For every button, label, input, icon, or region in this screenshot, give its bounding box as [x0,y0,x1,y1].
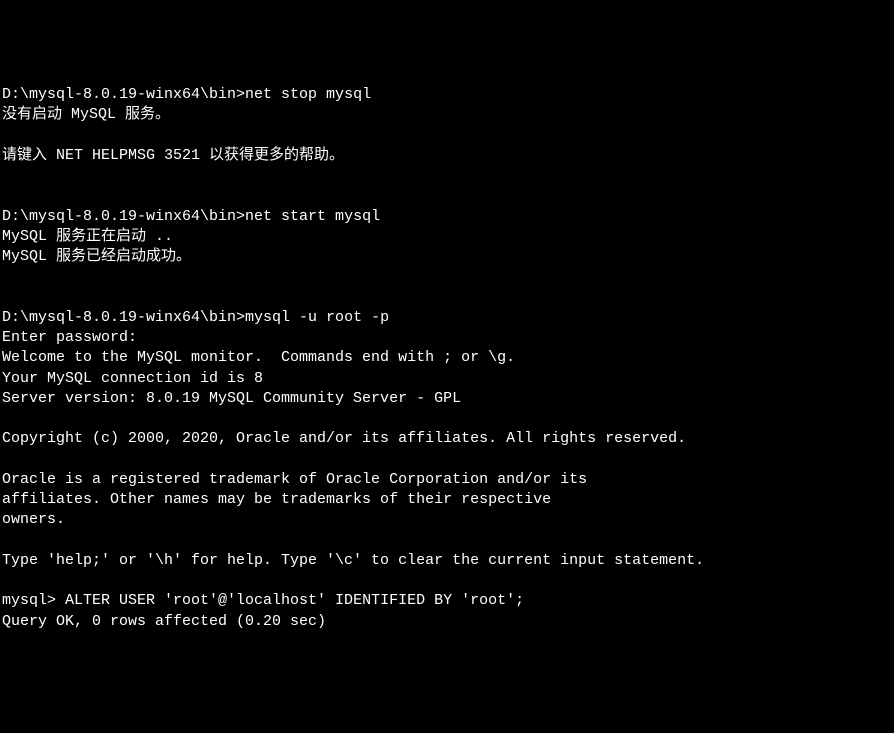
terminal-output-line: 没有启动 MySQL 服务。 [2,105,892,125]
terminal-command: net stop mysql [245,86,371,103]
terminal-blank-line [2,186,892,206]
terminal-prompt: D:\mysql-8.0.19-winx64\bin> [2,86,245,103]
terminal-output-line: owners. [2,510,892,530]
terminal-blank-line [2,288,892,308]
terminal-output-line: Type 'help;' or '\h' for help. Type '\c'… [2,551,892,571]
terminal-command: ALTER USER 'root'@'localhost' IDENTIFIED… [65,592,524,609]
terminal-output-line: MySQL 服务已经启动成功。 [2,247,892,267]
terminal-prompt: D:\mysql-8.0.19-winx64\bin> [2,309,245,326]
terminal-command-line: mysql> ALTER USER 'root'@'localhost' IDE… [2,591,892,611]
terminal-command: mysql -u root -p [245,309,389,326]
terminal-blank-line [2,126,892,146]
terminal-command-line: D:\mysql-8.0.19-winx64\bin>mysql -u root… [2,308,892,328]
terminal-blank-line [2,166,892,186]
terminal-command: net start mysql [245,208,380,225]
terminal-window[interactable]: D:\mysql-8.0.19-winx64\bin>net stop mysq… [2,85,892,632]
terminal-output-line: 请键入 NET HELPMSG 3521 以获得更多的帮助。 [2,146,892,166]
terminal-output-line: Copyright (c) 2000, 2020, Oracle and/or … [2,429,892,449]
terminal-output-line: Welcome to the MySQL monitor. Commands e… [2,348,892,368]
terminal-output-line: Oracle is a registered trademark of Orac… [2,470,892,490]
terminal-output-line: MySQL 服务正在启动 .. [2,227,892,247]
terminal-command-line: D:\mysql-8.0.19-winx64\bin>net stop mysq… [2,85,892,105]
terminal-blank-line [2,571,892,591]
terminal-output-line: Query OK, 0 rows affected (0.20 sec) [2,612,892,632]
terminal-blank-line [2,267,892,287]
terminal-command-line: D:\mysql-8.0.19-winx64\bin>net start mys… [2,207,892,227]
terminal-prompt: D:\mysql-8.0.19-winx64\bin> [2,208,245,225]
terminal-output-line: Enter password: [2,328,892,348]
terminal-blank-line [2,409,892,429]
terminal-output-line: Your MySQL connection id is 8 [2,369,892,389]
terminal-output-line: affiliates. Other names may be trademark… [2,490,892,510]
terminal-blank-line [2,450,892,470]
terminal-prompt: mysql> [2,592,65,609]
terminal-blank-line [2,531,892,551]
terminal-output-line: Server version: 8.0.19 MySQL Community S… [2,389,892,409]
